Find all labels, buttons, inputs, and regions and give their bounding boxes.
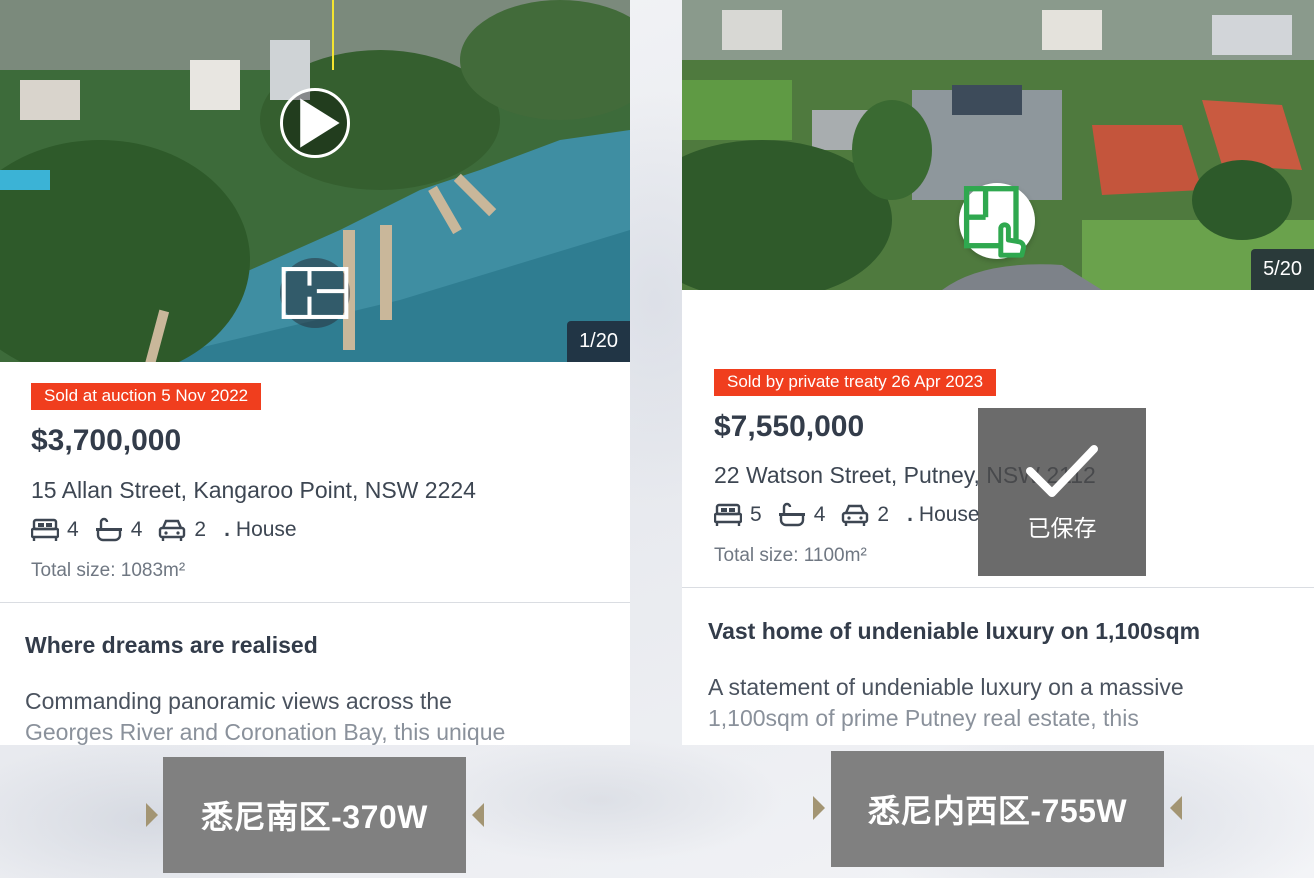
listing-price: $7,550,000 (714, 410, 865, 443)
baths-count: 4 (130, 518, 143, 541)
listing-price: $3,700,000 (31, 424, 182, 457)
cars-feature: 2 (158, 518, 206, 542)
property-features: 5 4 2 . House (714, 502, 980, 528)
left-arrow-marker (813, 796, 825, 820)
right-arrow-marker (472, 803, 484, 827)
listing-photo[interactable]: 5/20 (682, 0, 1314, 290)
beds-count: 4 (67, 518, 79, 541)
description-line-2: Georges River and Coronation Bay, this u… (25, 719, 506, 745)
play-video-button[interactable] (280, 88, 350, 158)
baths-feature: 4 (778, 502, 826, 528)
description-line-2: 1,100sqm of prime Putney real estate, th… (708, 705, 1139, 731)
region-label-inner-west-sydney: 悉尼内西区-755W (831, 751, 1164, 867)
total-size: Total size: 1100m² (714, 545, 867, 566)
cars-feature: 2 (841, 503, 889, 527)
listing-description: Commanding panoramic views across the Ge… (25, 686, 625, 745)
photo-counter: 1/20 (567, 321, 630, 362)
bed-icon (714, 503, 742, 526)
bath-icon (778, 502, 805, 527)
play-icon (300, 98, 340, 148)
listing-address[interactable]: 15 Allan Street, Kangaroo Point, NSW 222… (31, 477, 476, 504)
floorplan-icon (281, 267, 349, 319)
divider (0, 602, 630, 603)
region-label-south-sydney: 悉尼南区-370W (163, 757, 466, 873)
listing-description: A statement of undeniable luxury on a ma… (708, 672, 1308, 734)
description-line-1: A statement of undeniable luxury on a ma… (708, 674, 1184, 700)
listing-card-kangaroo-point[interactable]: 1/20 Sold at auction 5 Nov 2022 $3,700,0… (0, 0, 630, 745)
car-icon (842, 504, 869, 526)
property-type: House (918, 503, 980, 526)
left-arrow-marker (146, 803, 158, 827)
listing-card-putney[interactable]: 5/20 Sold by private treaty 26 Apr 2023 … (682, 0, 1314, 745)
separator-dot: . (224, 518, 230, 541)
saved-text: 已保存 (1027, 515, 1097, 541)
separator-dot: . (907, 503, 913, 526)
virtual-tour-button[interactable] (959, 183, 1035, 259)
beds-count: 5 (750, 503, 762, 526)
beds-feature: 4 (31, 518, 79, 542)
right-arrow-marker (1170, 796, 1182, 820)
baths-count: 4 (813, 503, 826, 526)
virtual-tour-icon (963, 186, 1027, 258)
sold-badge: Sold by private treaty 26 Apr 2023 (714, 369, 997, 396)
baths-feature: 4 (95, 517, 143, 543)
property-features: 4 4 2 . House (31, 517, 297, 543)
photo-counter: 5/20 (1251, 249, 1314, 290)
listing-headline: Vast home of undeniable luxury on 1,100s… (708, 618, 1201, 644)
cars-count: 2 (877, 503, 890, 526)
bed-icon (31, 518, 59, 541)
listing-photo[interactable]: 1/20 (0, 0, 630, 362)
car-icon (159, 519, 186, 541)
bath-icon (95, 517, 122, 542)
beds-feature: 5 (714, 503, 762, 527)
floorplan-button[interactable] (280, 258, 350, 328)
cars-count: 2 (194, 518, 207, 541)
listing-headline: Where dreams are realised (25, 632, 318, 658)
total-size: Total size: 1083m² (31, 560, 186, 581)
saved-toast: 已保存 (978, 408, 1146, 576)
description-line-1: Commanding panoramic views across the (25, 688, 452, 714)
divider (682, 587, 1314, 588)
property-type: House (235, 518, 297, 541)
sold-badge: Sold at auction 5 Nov 2022 (31, 383, 262, 410)
checkmark-icon (1026, 445, 1098, 497)
